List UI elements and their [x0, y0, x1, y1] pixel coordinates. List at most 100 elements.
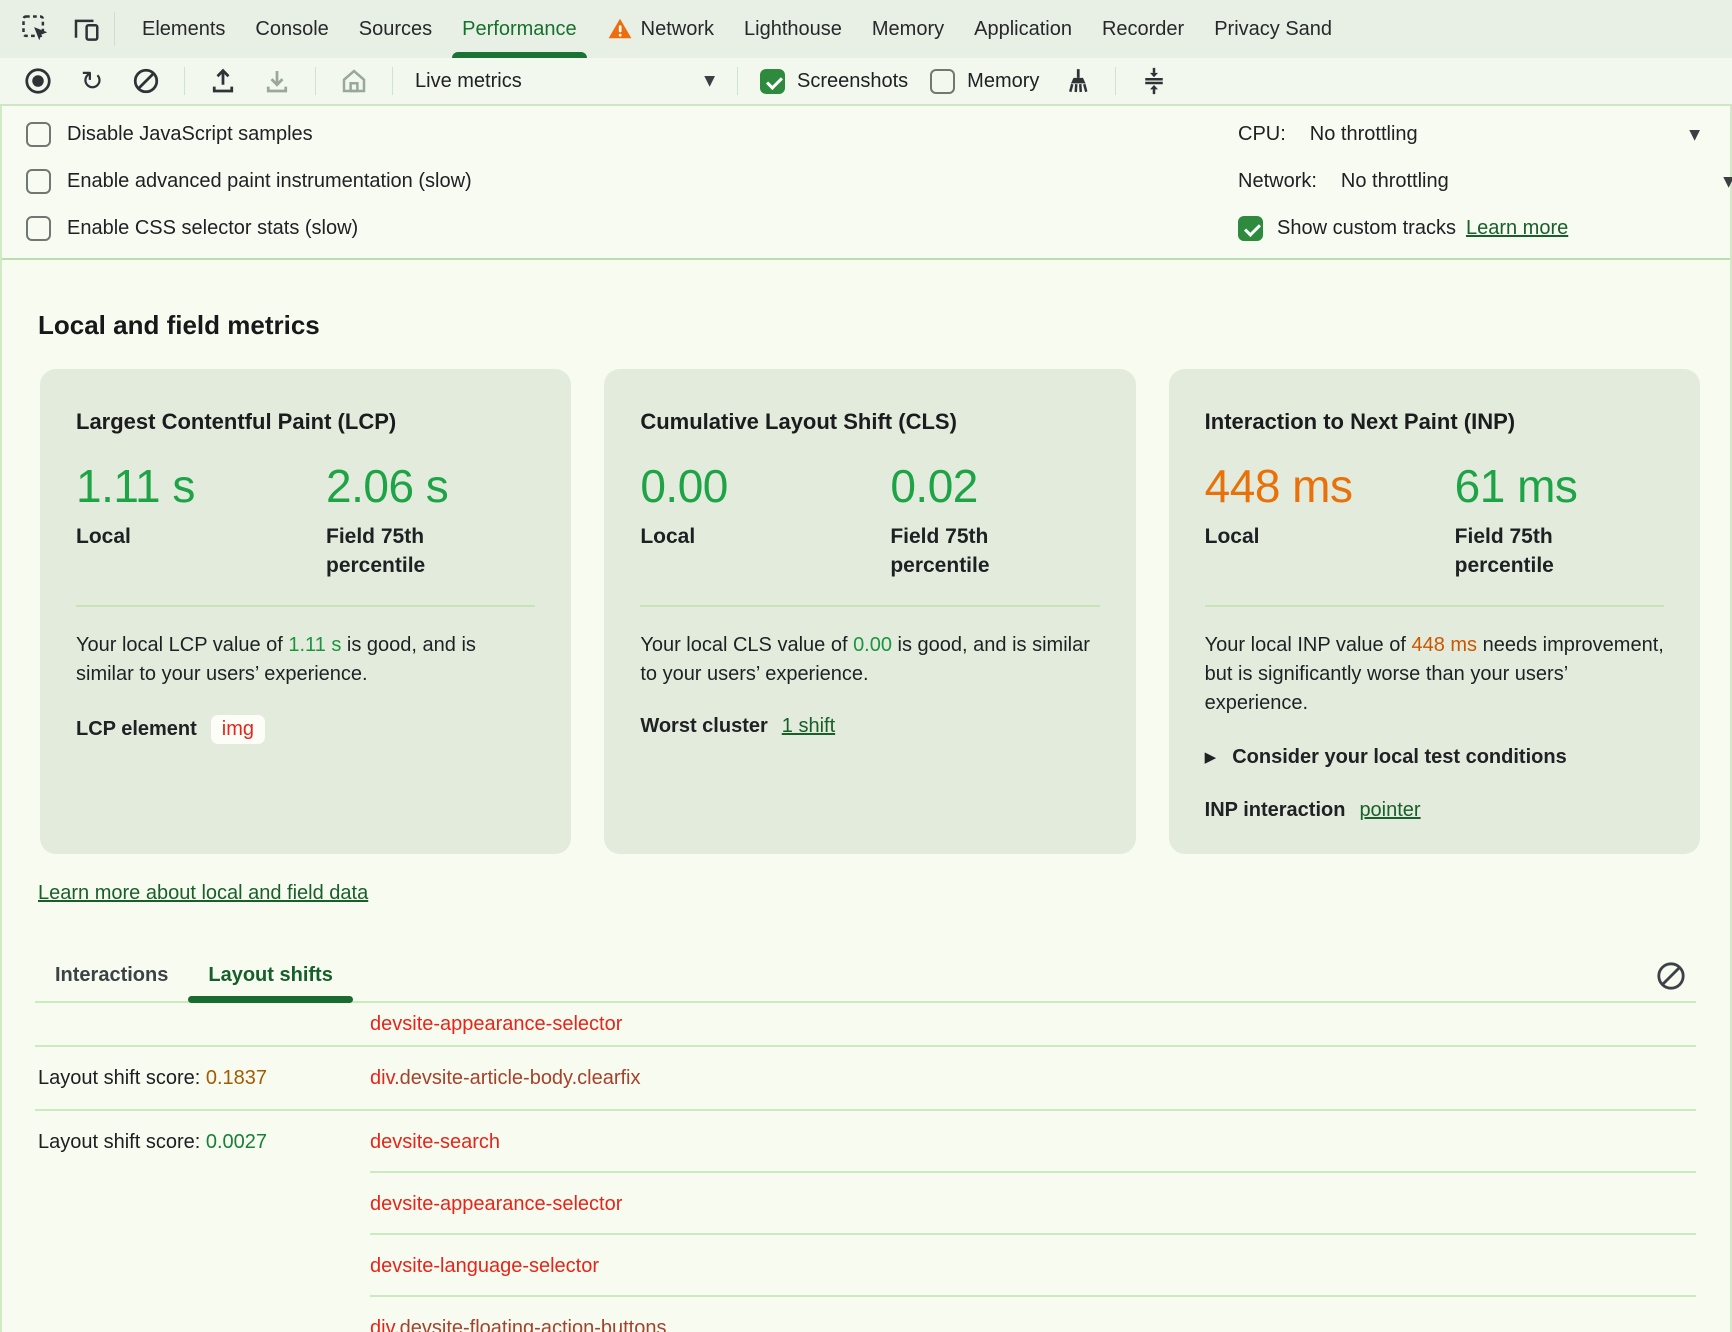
- lcp-card-title: Largest Contentful Paint (LCP): [76, 409, 535, 435]
- lcp-local-label: Local: [76, 523, 236, 552]
- inp-field-value: 61 ms: [1455, 459, 1615, 513]
- tab-recorder[interactable]: Recorder: [1087, 0, 1199, 58]
- shift-element-link[interactable]: devsite-search: [370, 1131, 1696, 1154]
- lcp-element-label: LCP element: [76, 718, 197, 741]
- chevron-down-icon: ▼: [1689, 127, 1700, 143]
- clear-button[interactable]: [130, 65, 162, 97]
- inp-local-label: Local: [1205, 523, 1365, 552]
- worst-cluster-label: Worst cluster: [640, 715, 767, 738]
- screenshots-checkbox-row[interactable]: Screenshots: [760, 69, 908, 94]
- tab-application[interactable]: Application: [959, 0, 1087, 58]
- tab-lighthouse[interactable]: Lighthouse: [729, 0, 857, 58]
- tabbar-tool-icons: [0, 13, 102, 45]
- inp-local-value: 448 ms: [1205, 459, 1455, 513]
- tab-layout-shifts[interactable]: Layout shifts: [188, 964, 352, 1001]
- chevron-down-icon: ▼: [704, 73, 715, 89]
- upload-profile-icon[interactable]: [207, 65, 239, 97]
- history-dropdown-value: Live metrics: [415, 70, 522, 93]
- cpu-label: CPU:: [1238, 123, 1286, 146]
- learn-more-link[interactable]: Learn more: [1466, 217, 1568, 240]
- tab-interactions[interactable]: Interactions: [35, 964, 188, 1001]
- devtools-window: Elements Console Sources Performance Net…: [0, 0, 1732, 1332]
- shift-element-link[interactable]: div.devsite-floating-action-buttons: [370, 1317, 1696, 1332]
- table-row: devsite-appearance-selector: [35, 1173, 1696, 1235]
- page-title: Local and field metrics: [2, 260, 1730, 341]
- tab-network[interactable]: Network: [592, 0, 729, 58]
- devtools-tabbar: Elements Console Sources Performance Net…: [0, 0, 1732, 58]
- shift-element-link[interactable]: devsite-appearance-selector: [370, 1013, 1696, 1036]
- advanced-paint-row[interactable]: Enable advanced paint instrumentation (s…: [26, 158, 472, 205]
- layout-shifts-table: devsite-appearance-selector Layout shift…: [35, 1003, 1696, 1332]
- tab-privacy-sandbox[interactable]: Privacy Sand: [1199, 0, 1347, 58]
- local-test-conditions-disclosure[interactable]: ▶ Consider your local test conditions: [1205, 746, 1664, 769]
- tab-memory[interactable]: Memory: [857, 0, 959, 58]
- tab-sources[interactable]: Sources: [344, 0, 447, 58]
- show-custom-tracks-row[interactable]: Show custom tracks Learn more: [1238, 205, 1730, 252]
- cls-desc-value: 0.00: [853, 634, 892, 656]
- table-row: Layout shift score: 0.0027 devsite-searc…: [35, 1111, 1696, 1173]
- cls-local-value: 0.00: [640, 459, 890, 513]
- inp-description: Your local INP value of 448 ms needs imp…: [1205, 631, 1664, 718]
- disable-js-samples-checkbox[interactable]: [26, 122, 51, 147]
- table-row: div.devsite-floating-action-buttons: [35, 1297, 1696, 1332]
- lcp-field-value: 2.06 s: [326, 459, 486, 513]
- collapse-panel-icon[interactable]: [1138, 65, 1170, 97]
- live-metrics-view: Local and field metrics Largest Contentf…: [2, 260, 1730, 1332]
- inp-interaction-link[interactable]: pointer: [1359, 799, 1420, 822]
- shift-element-link[interactable]: div.devsite-article-body.clearfix: [370, 1067, 1696, 1090]
- cls-local-label: Local: [640, 523, 800, 552]
- css-selector-stats-label: Enable CSS selector stats (slow): [67, 217, 358, 240]
- cls-card-title: Cumulative Layout Shift (CLS): [640, 409, 1099, 435]
- disable-js-samples-label: Disable JavaScript samples: [67, 123, 313, 146]
- disable-js-samples-row[interactable]: Disable JavaScript samples: [26, 111, 472, 158]
- layout-shift-score: Layout shift score: 0.1837: [35, 1067, 370, 1090]
- layout-shift-score: Layout shift score: 0.0027: [35, 1131, 370, 1154]
- metric-card-inp: Interaction to Next Paint (INP) 448 ms L…: [1169, 369, 1700, 854]
- lcp-field-label: Field 75th percentile: [326, 523, 486, 581]
- inspect-element-icon[interactable]: [20, 13, 52, 45]
- memory-checkbox[interactable]: [930, 69, 955, 94]
- clear-log-icon[interactable]: [1654, 959, 1688, 993]
- warning-icon: [607, 16, 633, 42]
- toolbar-divider: [737, 67, 738, 95]
- reload-and-record-button[interactable]: ↻: [76, 65, 108, 97]
- advanced-paint-label: Enable advanced paint instrumentation (s…: [67, 170, 472, 193]
- toolbar-divider: [184, 67, 185, 95]
- cpu-value: No throttling: [1310, 123, 1418, 146]
- local-test-conditions-label: Consider your local test conditions: [1232, 746, 1567, 769]
- gc-broom-icon[interactable]: [1061, 65, 1093, 97]
- table-row: devsite-appearance-selector: [35, 1003, 1696, 1047]
- memory-checkbox-row[interactable]: Memory: [930, 69, 1039, 94]
- download-profile-icon[interactable]: [261, 65, 293, 97]
- network-throttling-select[interactable]: Network: No throttling ▼: [1238, 158, 1730, 205]
- learn-more-field-data-link[interactable]: Learn more about local and field data: [38, 882, 368, 905]
- inp-field-label: Field 75th percentile: [1455, 523, 1615, 581]
- network-label: Network:: [1238, 170, 1317, 193]
- show-custom-tracks-checkbox[interactable]: [1238, 216, 1263, 241]
- advanced-paint-checkbox[interactable]: [26, 169, 51, 194]
- shift-element-link[interactable]: devsite-appearance-selector: [370, 1193, 1696, 1216]
- log-tabbar: Interactions Layout shifts: [35, 953, 1696, 1003]
- css-selector-stats-row[interactable]: Enable CSS selector stats (slow): [26, 205, 472, 252]
- device-toolbar-icon[interactable]: [70, 13, 102, 45]
- worst-cluster-link[interactable]: 1 shift: [782, 715, 835, 738]
- tab-performance[interactable]: Performance: [447, 0, 592, 58]
- css-selector-stats-checkbox[interactable]: [26, 216, 51, 241]
- shift-element-link[interactable]: devsite-language-selector: [370, 1255, 1696, 1278]
- tab-network-label: Network: [641, 18, 714, 41]
- inp-interaction-label: INP interaction: [1205, 799, 1346, 822]
- network-value: No throttling: [1341, 170, 1449, 193]
- record-button[interactable]: [22, 65, 54, 97]
- cls-field-label: Field 75th percentile: [890, 523, 1050, 581]
- performance-toolbar: ↻ Live metrics ▼ Screenshots Memory: [0, 58, 1732, 106]
- screenshots-checkbox[interactable]: [760, 69, 785, 94]
- chevron-down-icon: ▼: [1723, 174, 1732, 190]
- show-custom-tracks-label: Show custom tracks: [1277, 217, 1456, 240]
- table-row: Layout shift score: 0.1837 div.devsite-a…: [35, 1047, 1696, 1111]
- history-dropdown[interactable]: Live metrics ▼: [415, 70, 715, 93]
- cpu-throttling-select[interactable]: CPU: No throttling ▼: [1238, 111, 1730, 158]
- lcp-element-link[interactable]: img: [211, 715, 265, 744]
- home-icon[interactable]: [338, 65, 370, 97]
- tab-elements[interactable]: Elements: [127, 0, 240, 58]
- tab-console[interactable]: Console: [240, 0, 343, 58]
